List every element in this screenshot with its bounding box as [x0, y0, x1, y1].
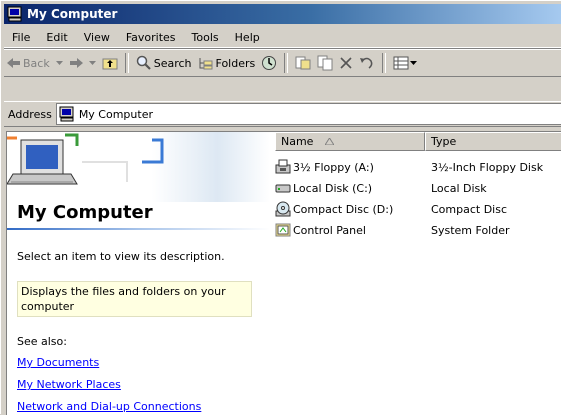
delete-icon [340, 57, 352, 69]
address-bar: Address My Computer [4, 101, 561, 127]
my-computer-icon [7, 6, 22, 22]
see-also-label: See also: [17, 335, 67, 348]
info-pane: My Computer Select an item to view its d… [7, 132, 270, 415]
chevron-down-icon [410, 61, 418, 65]
copy-to-button[interactable] [314, 52, 336, 74]
menu-file[interactable]: File [4, 31, 38, 44]
window-title: My Computer [27, 7, 118, 21]
list-item[interactable]: 3½ Floppy (A:) 3½-Inch Floppy Disk [275, 158, 543, 176]
menu-favorites[interactable]: Favorites [118, 31, 184, 44]
menu-help[interactable]: Help [227, 31, 268, 44]
undo-icon [360, 57, 373, 69]
back-button[interactable]: Back [4, 52, 53, 74]
search-icon [136, 55, 151, 70]
forward-dropdown[interactable] [86, 52, 99, 74]
up-button[interactable] [99, 52, 121, 74]
list-item[interactable]: Control Panel System Folder [275, 221, 510, 239]
link-my-network-places[interactable]: My Network Places [17, 378, 121, 391]
copy-to-icon [317, 55, 333, 71]
back-dropdown[interactable] [53, 52, 66, 74]
column-header-name[interactable]: Name [275, 132, 425, 151]
link-network-dialup[interactable]: Network and Dial-up Connections [17, 400, 201, 413]
list-item[interactable]: Compact Disc (D:) Compact Disc [275, 200, 507, 218]
address-field[interactable]: My Computer [55, 103, 561, 125]
forward-arrow-icon [69, 58, 83, 68]
floppy-icon [275, 159, 291, 174]
address-value: My Computer [78, 107, 153, 121]
views-icon [393, 56, 409, 70]
hard-disk-icon [275, 184, 291, 193]
toolbar-separator [284, 53, 289, 73]
title-divider [7, 228, 270, 230]
column-header-type[interactable]: Type [425, 132, 561, 151]
page-title: My Computer [17, 202, 153, 223]
my-computer-icon [59, 106, 74, 122]
history-icon [262, 56, 277, 70]
toolbar-separator [124, 53, 129, 73]
search-button[interactable]: Search [133, 52, 195, 74]
chevron-down-icon [55, 61, 63, 65]
description-box: Displays the files and folders on your c… [17, 281, 252, 317]
sort-ascending-icon [325, 138, 335, 145]
move-to-icon [295, 56, 311, 70]
folders-button[interactable]: Folders [195, 52, 259, 74]
address-label: Address [8, 107, 52, 121]
link-my-documents[interactable]: My Documents [17, 356, 99, 369]
select-message: Select an item to view its description. [17, 250, 225, 263]
forward-button[interactable] [66, 52, 86, 74]
menu-bar: File Edit View Favorites Tools Help [4, 27, 561, 48]
delete-button[interactable] [336, 52, 356, 74]
menu-view[interactable]: View [76, 31, 118, 44]
control-panel-icon [275, 223, 291, 237]
toolbar: Back Search Folders [4, 49, 561, 77]
history-button[interactable] [258, 52, 280, 74]
list-header: Name Type [275, 132, 561, 151]
cd-drive-icon [275, 201, 291, 217]
computer-illustration-icon [7, 133, 164, 185]
undo-button[interactable] [356, 52, 378, 74]
list-item[interactable]: Local Disk (C:) Local Disk [275, 179, 487, 197]
title-bar[interactable]: My Computer [4, 4, 561, 24]
toolbar-separator [382, 53, 387, 73]
back-arrow-icon [7, 58, 20, 68]
menu-tools[interactable]: Tools [184, 31, 227, 44]
chevron-down-icon [88, 61, 96, 65]
up-folder-icon [102, 58, 118, 70]
views-button[interactable] [390, 52, 420, 74]
menu-edit[interactable]: Edit [38, 31, 75, 44]
folders-icon [199, 58, 213, 70]
window: My Computer File Edit View Favorites Too… [0, 0, 561, 415]
content-area: My Computer Select an item to view its d… [6, 131, 561, 415]
move-to-button[interactable] [292, 52, 314, 74]
